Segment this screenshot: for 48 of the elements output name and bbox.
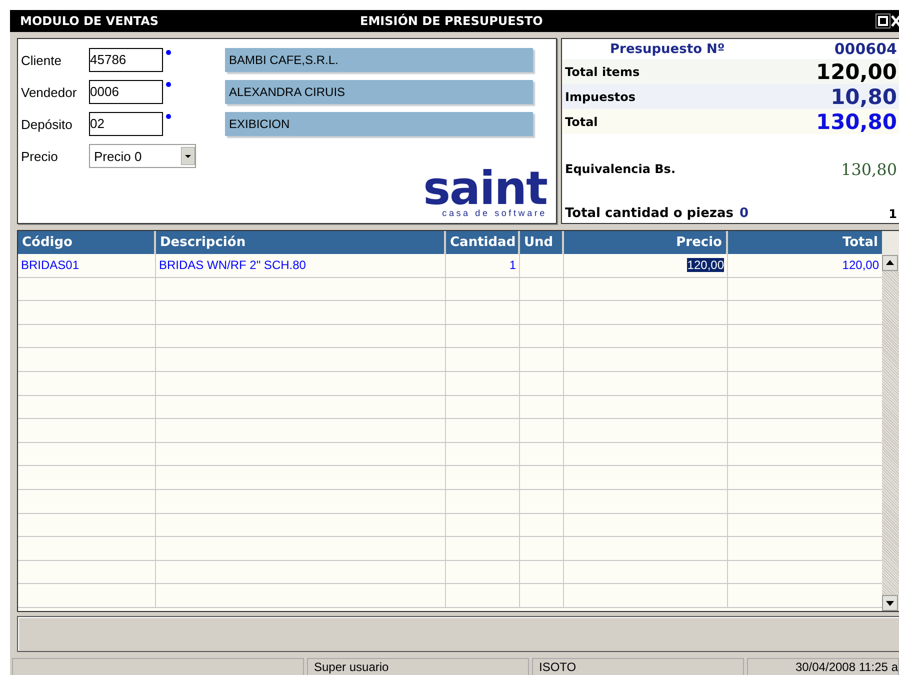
summary-label: Total: [565, 114, 598, 128]
scroll-up-icon[interactable]: [882, 255, 898, 271]
description-label: ALEXANDRA CIRUIS: [225, 80, 533, 104]
column-header[interactable]: Cantidad: [446, 231, 520, 254]
input-field[interactable]: 02: [89, 112, 163, 136]
table-cell: BRIDAS WN/RF 2" SCH.80: [159, 258, 306, 272]
column-header[interactable]: Descripción: [156, 231, 446, 254]
close-icon[interactable]: [891, 13, 899, 29]
quote-number: 000604: [834, 40, 897, 58]
table-cell: 1: [509, 258, 516, 272]
input-field[interactable]: 45786: [89, 48, 163, 72]
quote-number-label: Presupuesto Nº: [610, 42, 725, 56]
summary-label: Impuestos: [565, 90, 636, 104]
column-header[interactable]: Und: [520, 231, 564, 254]
pieces-count: 1: [888, 207, 897, 221]
summary-value: 130,80: [841, 160, 897, 178]
field-label: Depósito: [21, 116, 74, 132]
input-field[interactable]: 0006: [89, 80, 163, 104]
summary-label: Equivalencia Bs.: [565, 162, 676, 176]
column-header[interactable]: Total: [728, 231, 882, 254]
column-header[interactable]: Código: [18, 231, 156, 254]
logo-wordmark: saint: [423, 168, 547, 208]
price-dropdown[interactable]: Precio 0: [89, 144, 196, 168]
scrollbar[interactable]: [882, 231, 899, 611]
window-title: MODULO DE VENTAS: [20, 14, 160, 28]
window-subtitle: EMISIÓN DE PRESUPUESTO: [360, 14, 544, 28]
table-cell: BRIDAS01: [21, 258, 80, 272]
maximize-icon[interactable]: [875, 13, 891, 29]
summary-value: 10,80: [830, 84, 897, 108]
column-header[interactable]: Precio: [564, 231, 728, 254]
field-label: Precio: [21, 148, 59, 164]
scroll-down-icon[interactable]: [882, 595, 898, 611]
summary-value: 120,00: [816, 60, 897, 84]
description-label: BAMBI CAFE,S.R.L.: [225, 48, 533, 72]
description-label: EXIBICION: [225, 112, 533, 136]
status-panel: Super usuario: [307, 658, 529, 675]
status-panel: ISOTO: [532, 658, 744, 675]
table-cell: 120,00: [842, 258, 879, 272]
status-panel: 30/04/2008 11:25 a: [747, 658, 899, 675]
summary-value: 130,80: [816, 110, 897, 134]
logo-tagline: casa de software: [442, 208, 547, 218]
field-label: Vendedor: [21, 84, 78, 100]
table-cell: 120,00: [687, 258, 724, 272]
field-label: Cliente: [21, 52, 62, 68]
caret-icon: [181, 147, 195, 165]
summary-label: Total items: [565, 64, 640, 78]
pieces-value: 0: [739, 206, 750, 221]
pieces-label: Total cantidad o piezas: [565, 206, 734, 221]
